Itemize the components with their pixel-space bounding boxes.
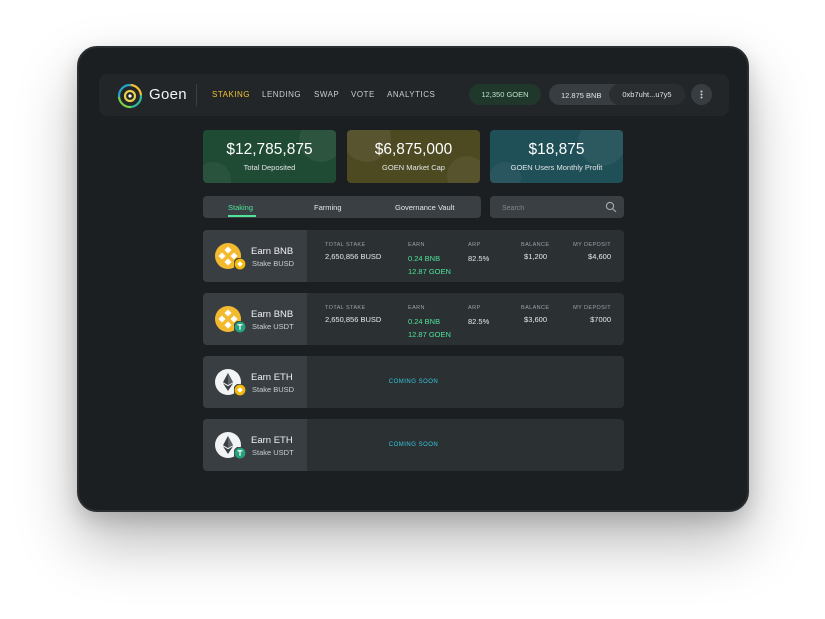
pool-tabs: Staking Farming Governance Vault: [203, 196, 481, 218]
col-earn: EARN: [408, 242, 425, 248]
stat-value: $6,875,000: [374, 141, 453, 158]
col-balance: BALANCE: [521, 242, 550, 248]
pool-header: Earn BNB Stake USDT: [203, 293, 307, 345]
pool-title: Earn BNB: [251, 246, 294, 257]
pool-title: Earn BNB: [251, 309, 294, 320]
earn-value-1: 0.24 BNB: [408, 317, 441, 326]
pool-subtitle: Stake BUSD: [252, 259, 295, 268]
tab-farming[interactable]: Farming: [314, 203, 342, 212]
pool-subtitle: Stake BUSD: [252, 385, 295, 394]
balance-value: $3,600: [524, 315, 547, 324]
stat-value: $18,875: [528, 141, 585, 158]
search-icon[interactable]: [605, 201, 617, 213]
balance-value: $1,200: [524, 252, 547, 261]
wallet-address[interactable]: 0xb7uht...u7y5: [609, 84, 685, 105]
active-tab-indicator: [228, 215, 256, 217]
col-apr: ARP: [468, 242, 481, 248]
stat-label: Total Deposited: [243, 163, 296, 172]
pool-row[interactable]: Earn BNB Stake BUSD TOTAL STAKE 2,650,85…: [203, 230, 624, 282]
pool-row[interactable]: Earn ETH Stake BUSD COMING SOON: [203, 356, 624, 408]
earn-value-1: 0.24 BNB: [408, 254, 441, 263]
my-deposit-value: $4,600: [588, 252, 611, 261]
goen-balance-pill[interactable]: 12,350 GOEN: [469, 84, 541, 105]
stat-card-monthly-profit: $18,875 GOEN Users Monthly Profit: [490, 130, 623, 183]
apr-value: 82.5%: [468, 317, 490, 326]
usdt-icon: [234, 321, 246, 333]
nav-analytics[interactable]: ANALYTICS: [387, 90, 435, 99]
stat-card-market-cap: $6,875,000 GOEN Market Cap: [347, 130, 480, 183]
busd-icon: [234, 384, 246, 396]
pool-row[interactable]: Earn BNB Stake USDT TOTAL STAKE 2,650,85…: [203, 293, 624, 345]
col-balance: BALANCE: [521, 305, 550, 311]
col-my-deposit: MY DEPOSIT: [573, 242, 611, 248]
col-earn: EARN: [408, 305, 425, 311]
nav-swap[interactable]: SWAP: [314, 90, 339, 99]
col-total-stake: TOTAL STAKE: [325, 305, 366, 311]
pool-row[interactable]: Earn ETH Stake USDT COMING SOON: [203, 419, 624, 471]
pool-subtitle: Stake USDT: [252, 322, 294, 331]
total-stake-value: 2,650,856 BUSD: [325, 252, 382, 261]
navbar-divider: [196, 84, 197, 106]
pool-subtitle: Stake USDT: [252, 448, 294, 457]
nav-vote[interactable]: VOTE: [351, 90, 375, 99]
coming-soon-label: COMING SOON: [388, 442, 439, 448]
stat-label: GOEN Market Cap: [382, 163, 445, 172]
pool-header: Earn BNB Stake BUSD: [203, 230, 307, 282]
earn-value-2: 12.87 GOEN: [408, 267, 451, 276]
stat-card-total-deposited: $12,785,875 Total Deposited: [203, 130, 336, 183]
search-box: [490, 196, 624, 218]
goen-logo-icon: [117, 83, 143, 109]
apr-value: 82.5%: [468, 254, 490, 263]
nav-lending[interactable]: LENDING: [262, 90, 301, 99]
total-stake-value: 2,650,856 BUSD: [325, 315, 382, 324]
col-total-stake: TOTAL STAKE: [325, 242, 366, 248]
col-my-deposit: MY DEPOSIT: [573, 305, 611, 311]
wallet-pill[interactable]: 12.875 BNB 0xb7uht...u7y5: [549, 84, 685, 105]
bnb-balance: 12.875 BNB: [561, 91, 602, 100]
top-navbar: Goen STAKING LENDING SWAP VOTE ANALYTICS…: [99, 74, 729, 116]
device-frame: Goen STAKING LENDING SWAP VOTE ANALYTICS…: [77, 46, 749, 512]
more-menu-button[interactable]: [691, 84, 712, 105]
usdt-icon: [234, 447, 246, 459]
brand-name: Goen: [149, 86, 187, 103]
stat-label: GOEN Users Monthly Profit: [510, 163, 603, 172]
stat-value: $12,785,875: [226, 141, 313, 158]
busd-icon: [234, 258, 246, 270]
tab-staking[interactable]: Staking: [228, 203, 253, 212]
more-vertical-icon: [700, 90, 703, 99]
earn-value-2: 12.87 GOEN: [408, 330, 451, 339]
col-apr: ARP: [468, 305, 481, 311]
coming-soon-label: COMING SOON: [388, 379, 439, 385]
nav-staking[interactable]: STAKING: [212, 90, 250, 99]
my-deposit-value: $7000: [590, 315, 611, 324]
search-input[interactable]: [500, 201, 599, 215]
tab-governance-vault[interactable]: Governance Vault: [395, 203, 454, 212]
